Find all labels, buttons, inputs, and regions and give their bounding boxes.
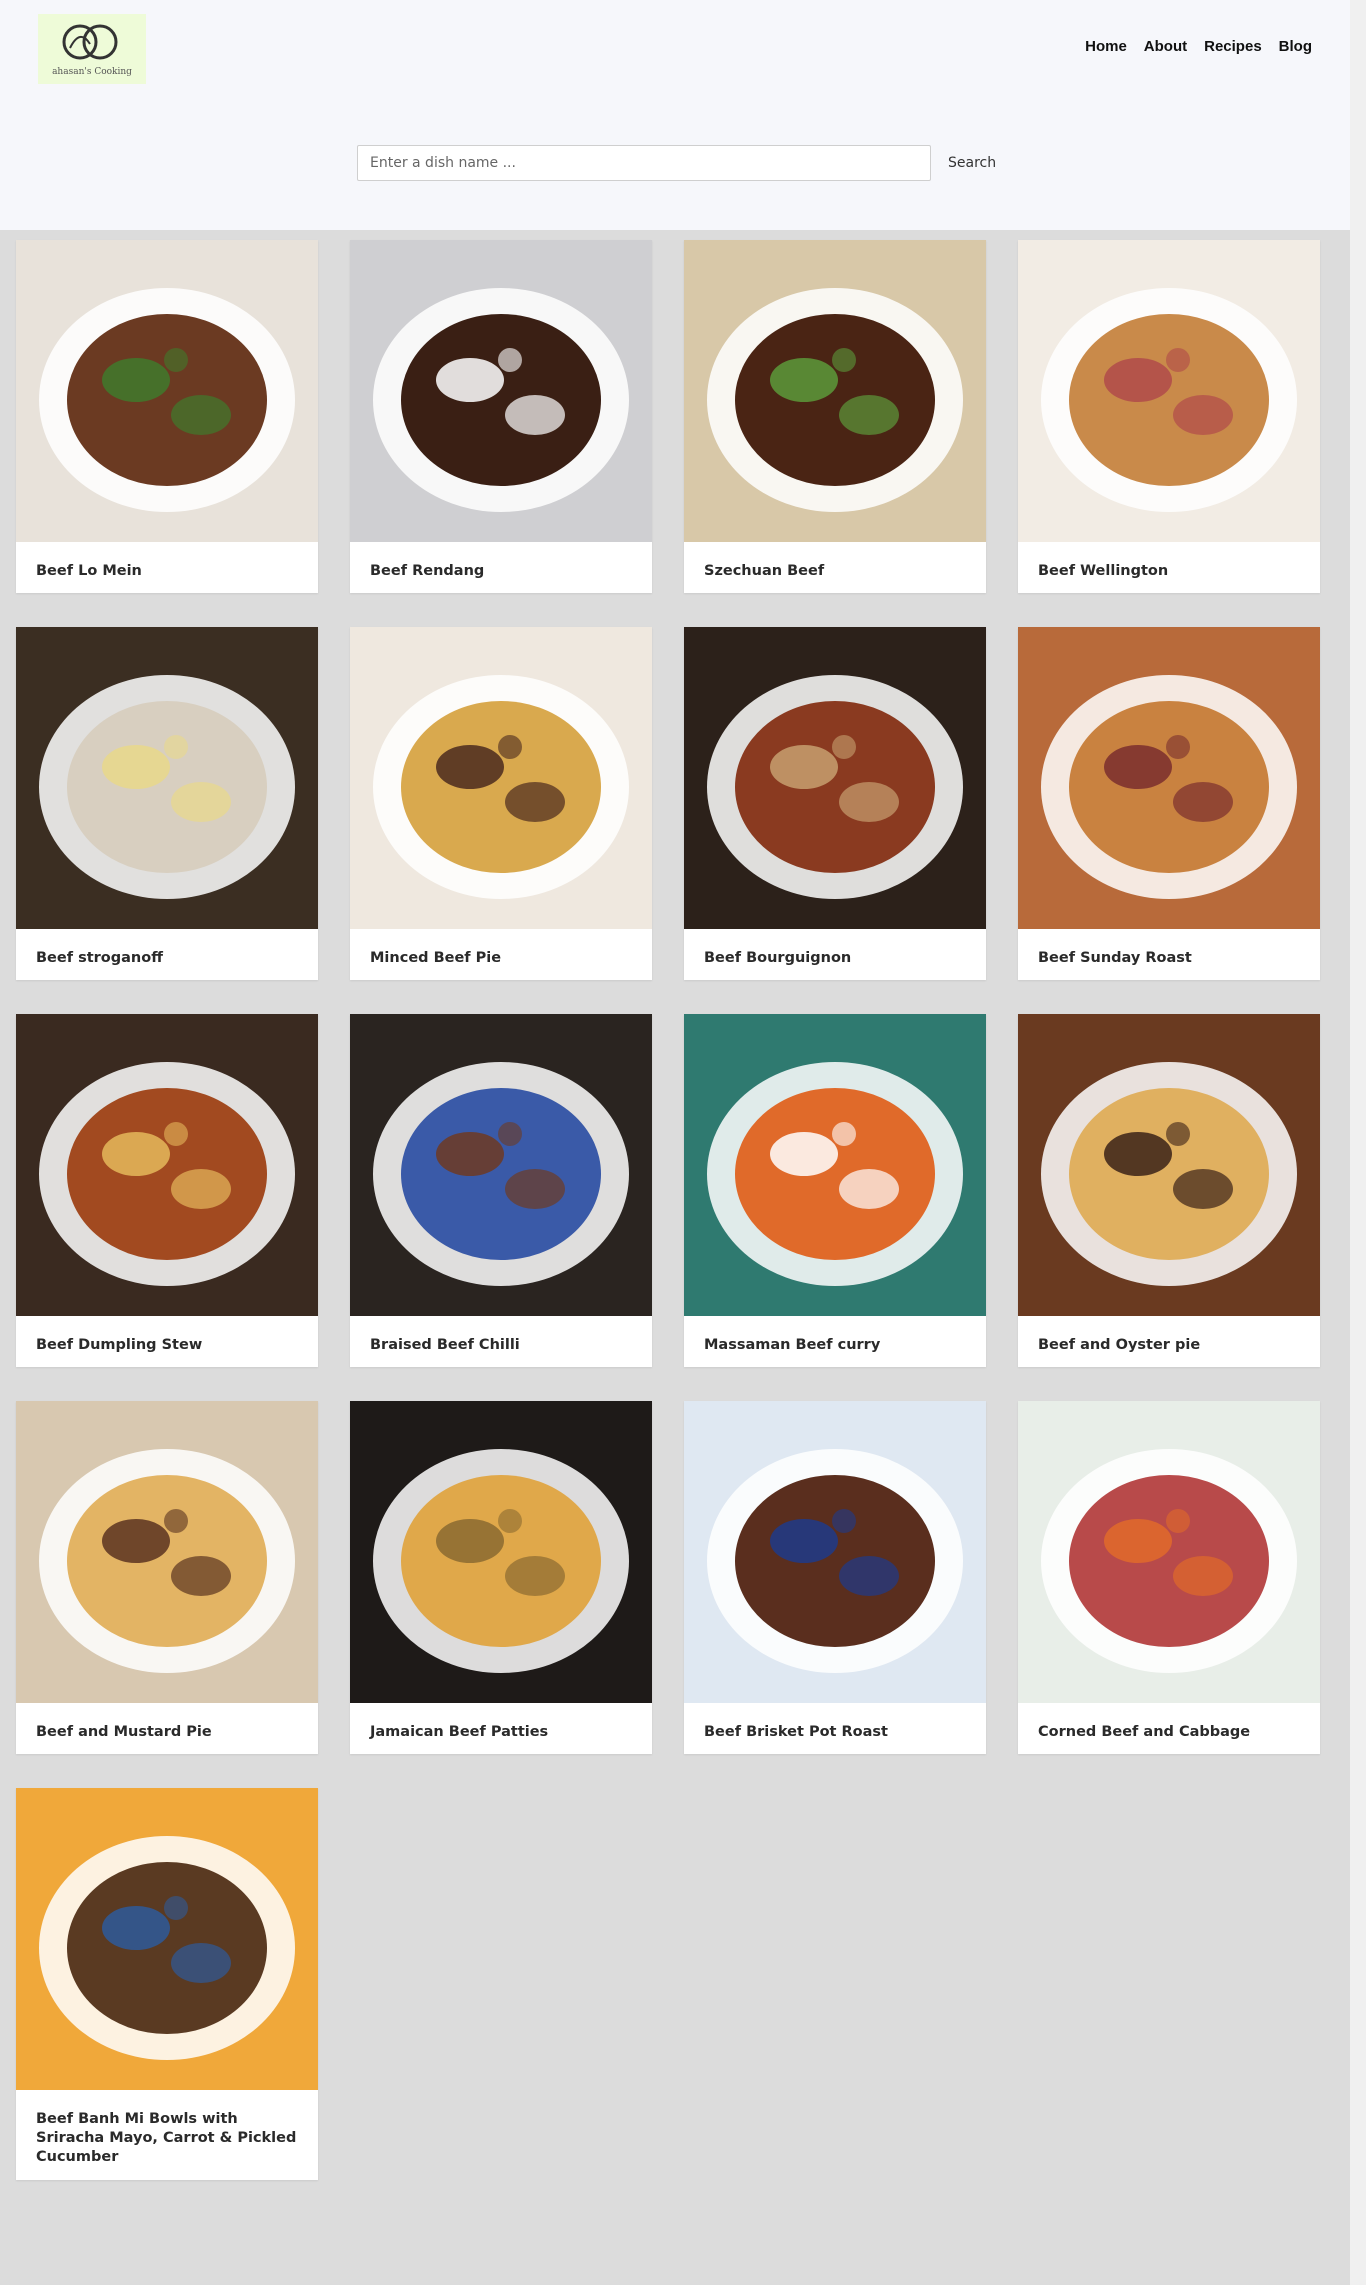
recipe-title: Beef Lo Mein (36, 563, 142, 579)
recipe-image (16, 627, 318, 929)
main-nav: Home About Recipes Blog (1085, 38, 1312, 55)
recipe-title: Massaman Beef curry (704, 1337, 881, 1353)
recipe-card[interactable]: Minced Beef Pie (350, 627, 652, 980)
recipe-card[interactable]: Beef Sunday Roast (1018, 627, 1320, 980)
recipe-title: Beef stroganoff (36, 950, 163, 966)
logo-rings-icon (62, 24, 118, 60)
recipe-card[interactable]: Beef and Mustard Pie (16, 1401, 318, 1754)
site-logo[interactable]: ahasan's Cooking (38, 14, 146, 84)
nav-about[interactable]: About (1144, 38, 1187, 55)
recipe-image (1018, 1014, 1320, 1316)
recipe-title: Beef Banh Mi Bowls with Sriracha Mayo, C… (36, 2111, 297, 2165)
recipe-image (16, 1014, 318, 1316)
nav-home[interactable]: Home (1085, 38, 1127, 55)
recipe-card[interactable]: Beef Lo Mein (16, 240, 318, 593)
recipe-image (16, 240, 318, 542)
recipe-title: Szechuan Beef (704, 563, 825, 579)
recipe-image (684, 627, 986, 929)
recipe-card[interactable]: Szechuan Beef (684, 240, 986, 593)
recipe-title: Minced Beef Pie (370, 950, 502, 966)
recipe-image (1018, 627, 1320, 929)
recipe-title: Beef and Mustard Pie (36, 1724, 212, 1740)
recipe-image (684, 240, 986, 542)
recipe-card[interactable]: Massaman Beef curry (684, 1014, 986, 1367)
recipe-image (684, 1014, 986, 1316)
recipe-image (1018, 1401, 1320, 1703)
recipe-title: Beef Sunday Roast (1038, 950, 1192, 966)
search-button[interactable]: Search (942, 145, 1002, 181)
scrollbar[interactable] (1350, 0, 1366, 2285)
recipe-title: Corned Beef and Cabbage (1038, 1724, 1251, 1740)
site-header: ahasan's Cooking Home About Recipes Blog… (0, 0, 1350, 230)
recipe-title: Beef Wellington (1038, 563, 1169, 579)
recipe-title: Beef and Oyster pie (1038, 1337, 1201, 1353)
recipe-title: Braised Beef Chilli (370, 1337, 520, 1353)
recipe-image (16, 1401, 318, 1703)
recipe-title: Beef Dumpling Stew (36, 1337, 203, 1353)
recipe-card[interactable]: Corned Beef and Cabbage (1018, 1401, 1320, 1754)
recipe-card[interactable]: Beef stroganoff (16, 627, 318, 980)
recipe-card[interactable]: Beef Banh Mi Bowls with Sriracha Mayo, C… (16, 1788, 318, 2180)
recipe-image (350, 240, 652, 542)
recipe-title: Beef Brisket Pot Roast (704, 1724, 888, 1740)
recipe-image (350, 1401, 652, 1703)
recipe-image (350, 627, 652, 929)
recipe-grid: Beef Lo Mein Beef Rendang Szechuan Beef Bee… (16, 240, 1324, 2180)
recipe-title: Jamaican Beef Patties (370, 1724, 549, 1740)
recipe-image (684, 1401, 986, 1703)
recipe-image (350, 1014, 652, 1316)
logo-text: ahasan's Cooking (52, 67, 132, 77)
nav-blog[interactable]: Blog (1279, 38, 1312, 55)
recipe-card[interactable]: Beef Rendang (350, 240, 652, 593)
nav-recipes[interactable]: Recipes (1204, 38, 1262, 55)
recipe-card[interactable]: Braised Beef Chilli (350, 1014, 652, 1367)
recipe-card[interactable]: Beef Dumpling Stew (16, 1014, 318, 1367)
recipe-title: Beef Bourguignon (704, 950, 852, 966)
recipe-card[interactable]: Beef Wellington (1018, 240, 1320, 593)
recipe-image (16, 1788, 318, 2090)
recipe-card[interactable]: Jamaican Beef Patties (350, 1401, 652, 1754)
recipe-title: Beef Rendang (370, 563, 485, 579)
recipe-card[interactable]: Beef Bourguignon (684, 627, 986, 980)
recipe-card[interactable]: Beef and Oyster pie (1018, 1014, 1320, 1367)
search-input[interactable] (357, 145, 931, 181)
recipe-card[interactable]: Beef Brisket Pot Roast (684, 1401, 986, 1754)
recipe-image (1018, 240, 1320, 542)
